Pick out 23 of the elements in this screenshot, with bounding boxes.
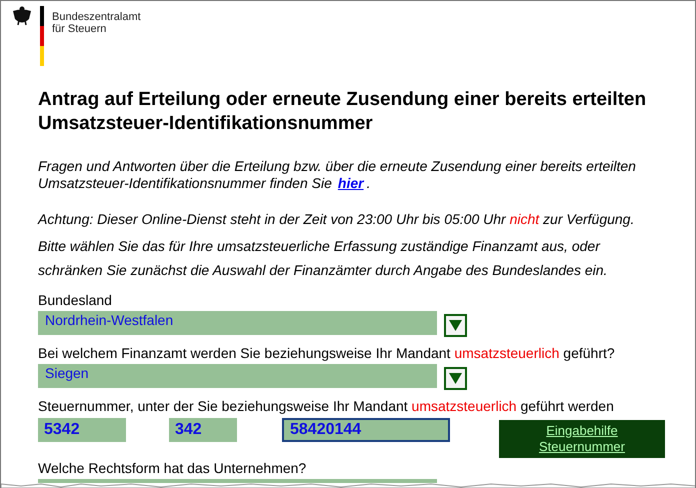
dropdown-button[interactable] [444,367,467,390]
instruction-paragraph: Bitte wählen Sie das für Ihre umsatzsteuerliche Erfassung zuständige Finanzamt aus, oder schränken Sie zunächst die Auswahl der Finanzämter durch Angabe des Bundeslandes ein. [38,237,608,280]
field-label: Steuernummer, unter der Sie beziehungsweise Ihr Mandant umsatzsteuerlich geführt werden [38,398,615,415]
agency-name: Bundeszentralamt [52,11,141,23]
dropdown-field[interactable]: Nordrhein-Westfalen [38,311,437,335]
page-title: Antrag auf Erteilung oder erneute Zusendung einer bereits erteilten Umsatzsteuer-Identifikationsnummer [38,88,648,136]
tax-number-field[interactable]: 5342 [38,418,126,442]
faq-paragraph: Fragen und Antworten über die Erteilung bzw. über die erneute Zusendung einer bereits erteilten Umsatzsteuer-Identifikationsnummer finden Sie hier . [38,158,637,192]
dropdown-field[interactable] [38,479,437,483]
faq-link[interactable]: hier [338,175,364,191]
notice-paragraph: Achtung: Dieser Online-Dienst steht in der Zeit von 23:00 Uhr bis 05:00 Uhr nicht zur Verfügung. [38,210,636,228]
caret-down-icon [449,373,462,384]
dropdown-button[interactable] [444,314,467,337]
input-help-button[interactable]: Eingabehilfe Steuernummer [499,420,665,458]
field-label: Bei welchem Finanzamt werden Sie beziehungsweise Ihr Mandant umsatzsteuerlich geführt? [38,345,616,362]
field-label: Bundesland [38,292,113,309]
caret-down-icon [449,320,462,331]
flag-stripe-icon [40,6,44,66]
field-label: Welche Rechtsform hat das Unternehmen? [38,460,308,477]
dropdown-field[interactable]: Siegen [38,364,437,388]
tax-number-field[interactable]: 342 [169,418,237,442]
tax-number-field[interactable]: 58420144 [282,418,450,442]
agency-name: für Steuern [52,23,108,35]
